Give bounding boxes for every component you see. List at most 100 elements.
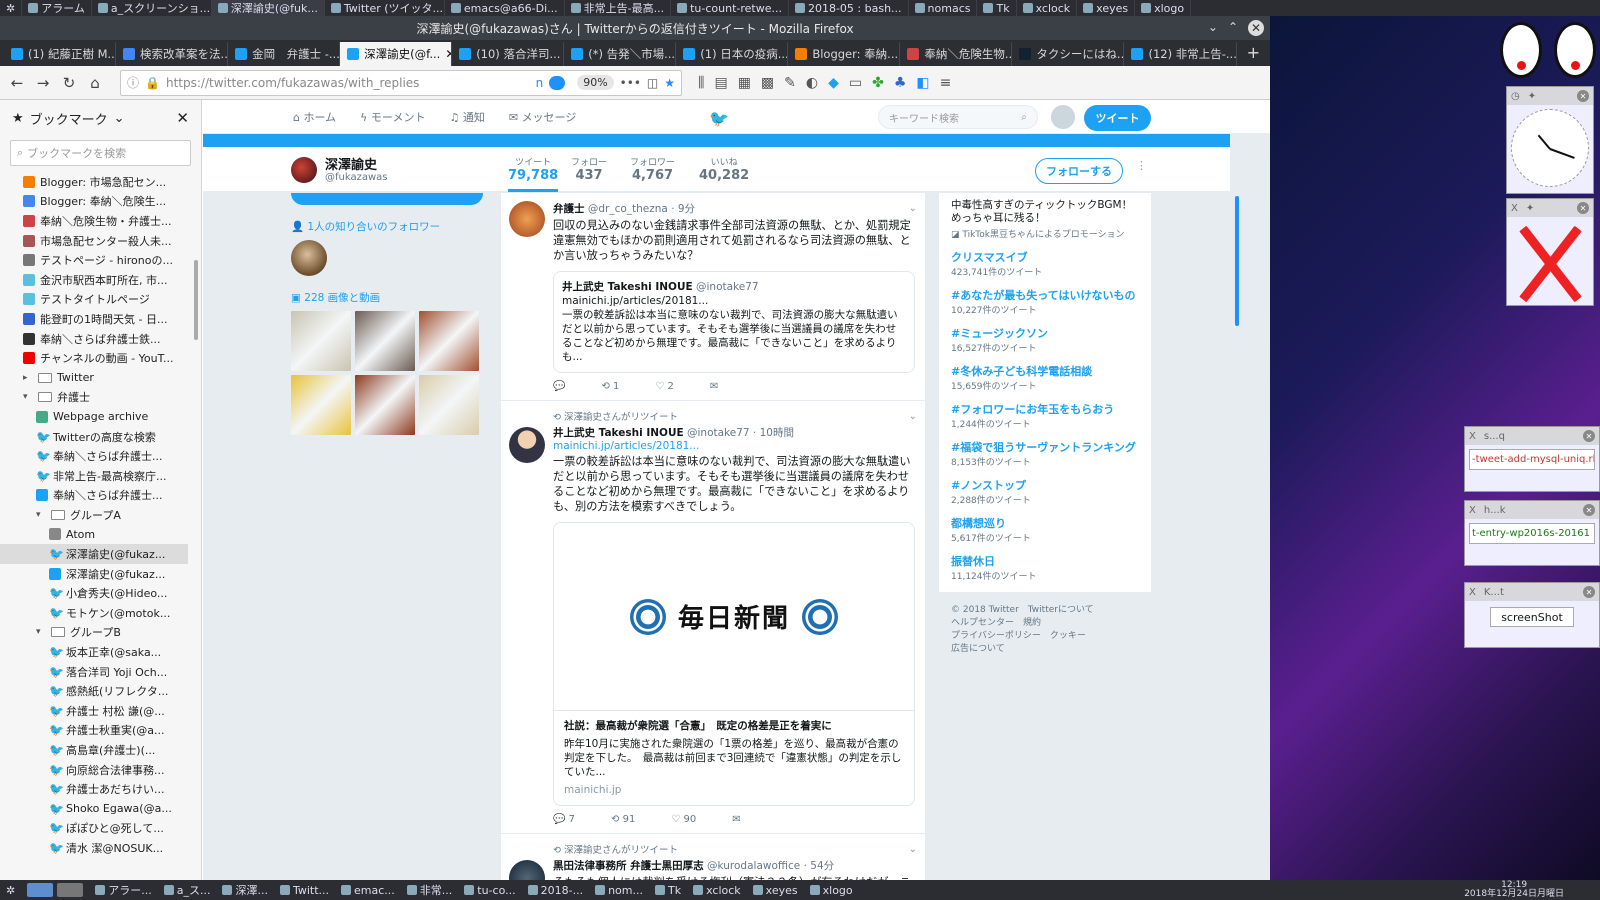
taskbar-item[interactable]: 深澤...: [216, 880, 274, 900]
taskbar-item[interactable]: xclock: [687, 880, 747, 900]
trend-item[interactable]: #ノンストップ 2,288件のツイート: [951, 477, 1139, 506]
more-options-icon[interactable]: ⋮: [1136, 159, 1147, 172]
twitter-search-input[interactable]: キーワード検索 ⌕: [878, 105, 1038, 129]
media-thumbnail[interactable]: [355, 311, 415, 371]
info-icon[interactable]: ⓘ: [127, 74, 139, 91]
browser-tab[interactable]: 深澤諭史(@f... ✕: [340, 42, 453, 66]
bookmark-item[interactable]: 能登町の1時間天気 - 日...: [0, 309, 188, 329]
bookmark-item[interactable]: チャンネルの動画 - YouT...: [0, 348, 188, 368]
taskbar-item[interactable]: Twitt...: [274, 880, 335, 900]
retweet-button[interactable]: ⟲ 91: [611, 814, 635, 825]
tweet-menu-chevron-icon[interactable]: ⌄: [909, 844, 917, 855]
retweet-button[interactable]: ⟲ 1: [601, 381, 619, 392]
bookmark-item[interactable]: 市場急配センター殺人未...: [0, 231, 188, 251]
media-thumbnail[interactable]: [355, 375, 415, 435]
taskbar-item[interactable]: xeyes: [747, 880, 804, 900]
profile-stat[interactable]: いいね 40,282: [699, 155, 749, 183]
tab-close-icon[interactable]: ✕: [445, 47, 451, 61]
media-thumbnail[interactable]: [419, 311, 479, 371]
trend-item[interactable]: #福袋で狙うサーヴァントランキング 8,153件のツイート: [951, 439, 1139, 468]
bookmark-item[interactable]: 奉納＼さらば弁護士鉄...: [0, 329, 188, 349]
back-icon[interactable]: ←: [6, 72, 28, 94]
trend-item[interactable]: #フォロワーにお年玉をもらおう 1,244件のツイート: [951, 401, 1139, 430]
trend-item[interactable]: #あなたが最も失ってはいけないもの 10,227件のツイート: [951, 287, 1139, 316]
pen-icon[interactable]: ✎: [784, 75, 796, 91]
known-followers-link[interactable]: 👤 1人の知り合いのフォロワー: [291, 219, 483, 234]
bookmark-item[interactable]: 深澤諭史(@fukaz...: [0, 564, 188, 584]
topbar-task[interactable]: xlogo: [1135, 0, 1192, 16]
browser-tab[interactable]: 金岡 弁護士 -...: [228, 42, 341, 66]
widget-text-1[interactable]: -tweet-add-mysql-uniq.rb: [1469, 449, 1595, 470]
bookmark-item[interactable]: 🐦 坂本正幸(@saka...: [0, 642, 188, 662]
browser-tab[interactable]: タクシーにはね...: [1012, 42, 1125, 66]
topbar-task[interactable]: 非常上告-最高...: [565, 0, 672, 16]
bookmark-folder[interactable]: ▾ 弁護士: [0, 388, 188, 408]
twitter-ext-icon[interactable]: ◆: [828, 75, 839, 91]
follow-button[interactable]: フォローする: [1035, 158, 1123, 184]
like-button[interactable]: ♡ 2: [655, 381, 674, 392]
bookmark-item[interactable]: 🐦 非常上告-最高検察庁...: [0, 466, 188, 486]
follower-avatar[interactable]: [291, 240, 327, 276]
bookmark-item[interactable]: 🐦 落合洋司 Yoji Och...: [0, 662, 188, 682]
like-button[interactable]: ♡ 90: [671, 814, 696, 825]
trend-item[interactable]: 都構想巡り 5,617件のツイート: [951, 515, 1139, 544]
tree-icon[interactable]: ♣: [894, 75, 907, 91]
nav-moments[interactable]: ϟ モーメント: [360, 109, 425, 125]
close-icon[interactable]: ✕: [1577, 202, 1589, 214]
bookmark-item[interactable]: 🐦 清水 潔@NOSUK...: [0, 838, 188, 858]
bookmark-folder[interactable]: ▾ グループB: [0, 623, 188, 643]
app-menu-icon[interactable]: ✲: [0, 0, 23, 16]
browser-tab[interactable]: 奉納＼危険生物...: [900, 42, 1013, 66]
bookmark-item[interactable]: 奉納＼危険生物・弁護士...: [0, 211, 188, 231]
taskbar-item[interactable]: 非常...: [401, 880, 459, 900]
bookmark-item[interactable]: 🐦 弁護士 村松 謙(@...: [0, 701, 188, 721]
menu-icon[interactable]: ≡: [940, 75, 952, 91]
clipboard-icon[interactable]: ▭: [849, 75, 862, 91]
topbar-task[interactable]: a_スクリーンショ...: [92, 0, 212, 16]
bookmark-folder[interactable]: ▾ グループA: [0, 505, 188, 525]
folder-toggle-icon[interactable]: ▾: [23, 392, 33, 402]
taskbar-item[interactable]: アラー...: [89, 880, 158, 900]
bookmark-item[interactable]: 🐦 高島章(弁護士)(...: [0, 740, 188, 760]
profile-action-button[interactable]: [291, 193, 483, 205]
promoted-trend[interactable]: 中毒性高すぎのティックトックBGM！めっちゃ耳に残る！: [951, 199, 1139, 225]
bookmark-search-input[interactable]: ⌕ ブックマークを検索: [10, 140, 191, 166]
tweet-avatar[interactable]: [509, 427, 545, 463]
bookmark-item[interactable]: テストページ - hironoの...: [0, 250, 188, 270]
taskbar-item[interactable]: a_ス...: [158, 880, 217, 900]
topbar-task[interactable]: tu-count-retwe...: [671, 0, 789, 16]
extension-grid-icon[interactable]: ▩: [761, 75, 774, 91]
user-avatar[interactable]: [1051, 105, 1075, 129]
maximize-icon[interactable]: ⌃: [1228, 20, 1238, 36]
topbar-task[interactable]: 2018-05 : bash...: [789, 0, 909, 16]
browser-tab[interactable]: (1) 日本の疫病...: [676, 42, 789, 66]
media-link[interactable]: ▣ 228 画像と動画: [291, 290, 483, 305]
tweet-author[interactable]: 井上武史 Takeshi INOUE: [553, 427, 684, 439]
taskbar-item[interactable]: emac...: [335, 880, 401, 900]
page-scrollbar[interactable]: [1235, 196, 1239, 326]
topbar-task[interactable]: emacs@a66-Di...: [445, 0, 565, 16]
dm-icon[interactable]: ✉: [732, 814, 740, 825]
topbar-task[interactable]: Tk: [977, 0, 1017, 16]
bookmark-item[interactable]: 🐦 奉納＼さらば弁護士...: [0, 446, 188, 466]
media-thumbnail[interactable]: [291, 375, 351, 435]
bookmark-folder[interactable]: ▸ Twitter: [0, 368, 188, 388]
folder-toggle-icon[interactable]: ▾: [36, 510, 46, 520]
screenshot-button[interactable]: screenShot: [1490, 607, 1574, 627]
sidebar-title[interactable]: ブックマーク: [30, 109, 108, 128]
profile-stat[interactable]: フォロワー 4,767: [630, 155, 675, 183]
quoted-tweet[interactable]: 井上武史 Takeshi INOUE @inotake77 mainichi.jp…: [553, 271, 915, 373]
library-icon[interactable]: ⫼: [698, 75, 704, 91]
bookmark-item[interactable]: 🐦 Twitterの高度な検索: [0, 427, 188, 447]
pocket-icon[interactable]: ◫: [647, 76, 658, 90]
tweet-avatar[interactable]: [509, 860, 545, 880]
topbar-task[interactable]: nomacs: [909, 0, 978, 16]
bookmark-item[interactable]: 🐦 小倉秀夫(@Hideo...: [0, 583, 188, 603]
bookmark-item[interactable]: 🐦 弁護士秋重実(@a...: [0, 721, 188, 741]
reply-button[interactable]: 💬: [553, 381, 565, 392]
tweet-menu-chevron-icon[interactable]: ⌄: [909, 411, 917, 422]
folder-toggle-icon[interactable]: ▸: [23, 373, 33, 383]
tweet-author[interactable]: 黒田法律事務所 弁護士黒田厚志: [553, 860, 704, 872]
twitter-bird-icon[interactable]: 🐦: [709, 109, 729, 128]
bookmark-item[interactable]: テストタイトルページ: [0, 290, 188, 310]
